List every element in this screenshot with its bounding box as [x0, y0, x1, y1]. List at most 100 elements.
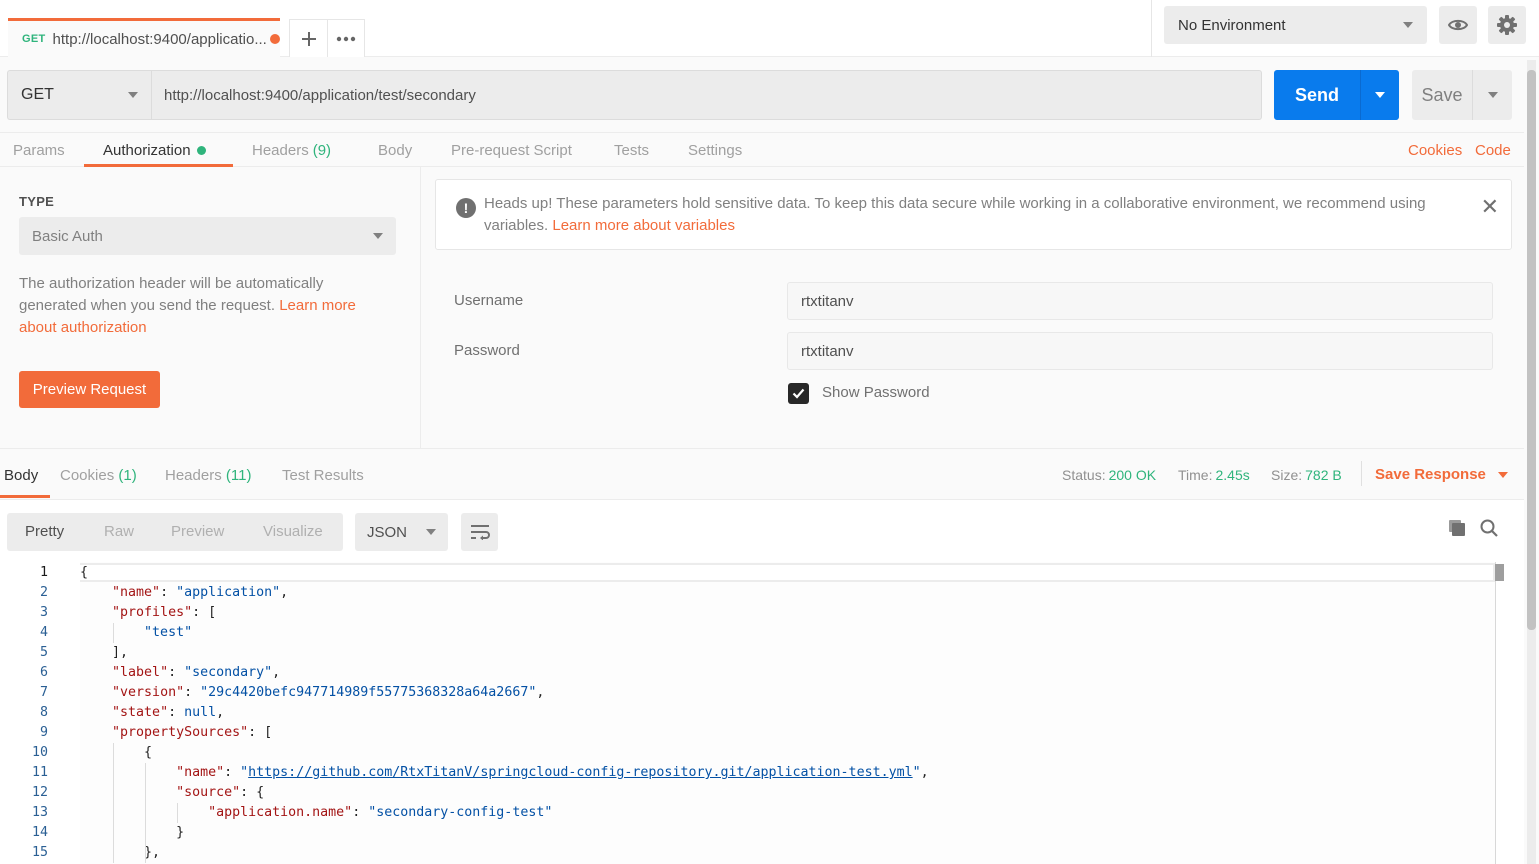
send-options-button[interactable]: [1361, 70, 1399, 120]
request-tab-title: http://localhost:9400/applicatio...: [52, 30, 267, 48]
save-button-label[interactable]: Save: [1412, 70, 1473, 120]
current-line-highlight: [80, 563, 1495, 582]
json-punctuation: [80, 765, 176, 780]
wrap-lines-button[interactable]: [461, 513, 498, 551]
learn-more-variables-link[interactable]: Learn more about variables: [552, 217, 735, 234]
url-input[interactable]: http://localhost:9400/application/test/s…: [151, 70, 1262, 120]
method-select[interactable]: GET: [7, 70, 151, 120]
view-mode-visualize[interactable]: Visualize: [263, 523, 323, 540]
request-tab[interactable]: GET http://localhost:9400/applicatio...: [8, 18, 280, 57]
response-tab-test-results[interactable]: Test Results: [282, 467, 364, 484]
tab-bar: GET http://localhost:9400/applicatio... …: [0, 0, 1539, 57]
chevron-down-icon: [1497, 471, 1508, 478]
line-number: 12: [31, 785, 48, 800]
settings-button[interactable]: [1488, 6, 1526, 44]
save-response-button[interactable]: Save Response: [1375, 466, 1508, 483]
size-label: Size:: [1271, 467, 1303, 483]
environment-select[interactable]: No Environment: [1164, 6, 1427, 44]
tab-params[interactable]: Params: [13, 133, 65, 167]
code-line: "test": [80, 623, 192, 643]
send-button-label[interactable]: Send: [1274, 70, 1361, 120]
json-url-link[interactable]: https://github.com/RtxTitanV/springcloud…: [248, 765, 912, 780]
line-number: 13: [31, 805, 48, 820]
page-scrollbar-thumb[interactable]: [1527, 70, 1536, 630]
json-punctuation: {: [80, 745, 153, 760]
response-tab-body[interactable]: Body: [4, 467, 38, 484]
show-password-checkbox[interactable]: [788, 383, 809, 404]
auth-description: The authorization header will be automat…: [19, 273, 389, 339]
response-tab-headers[interactable]: Headers (11): [165, 467, 251, 484]
active-tab-underline: [0, 495, 50, 498]
json-string: "application": [176, 585, 281, 600]
tab-body[interactable]: Body: [378, 133, 412, 167]
tab-tests[interactable]: Tests: [614, 133, 649, 167]
request-tab-method: GET: [22, 33, 46, 45]
line-number: 1: [39, 565, 48, 580]
view-mode-preview[interactable]: Preview: [171, 523, 224, 540]
json-key: "name": [176, 765, 225, 780]
format-select[interactable]: JSON: [355, 513, 448, 551]
code-link[interactable]: Code: [1475, 133, 1511, 167]
json-punctuation: [80, 625, 144, 640]
json-string: "secondary-config-test": [368, 805, 553, 820]
json-key: "source": [176, 785, 241, 800]
save-button[interactable]: Save: [1412, 70, 1512, 120]
response-body-viewer[interactable]: 1 2 3 4 5 6 7 8 9 10 11 12 13 14 15 { "name": "applica…: [0, 562, 1524, 864]
json-punctuation: : {: [240, 785, 265, 800]
code-line: }: [80, 823, 184, 843]
tab-actions: [289, 19, 365, 57]
auth-type-panel: TYPE Basic Auth The authorization header…: [0, 167, 421, 448]
tab-label: Headers: [252, 141, 309, 159]
auth-credentials-panel: ! Heads up! These parameters hold sensit…: [422, 167, 1524, 448]
auth-type-value: Basic Auth: [32, 227, 103, 245]
code-line: ],: [80, 643, 128, 663]
copy-button[interactable]: [1448, 519, 1466, 541]
indent-guide: [177, 803, 179, 823]
wrap-lines-icon: [470, 525, 490, 540]
tab-pre-request-script[interactable]: Pre-request Script: [451, 133, 572, 167]
json-punctuation: }: [80, 825, 185, 840]
cookies-link[interactable]: Cookies: [1408, 133, 1462, 167]
view-mode-pretty[interactable]: Pretty: [25, 523, 64, 540]
code-line: "profiles": [: [80, 603, 216, 623]
line-number: 10: [31, 745, 48, 760]
tab-label: Body: [4, 467, 39, 484]
preview-request-button[interactable]: Preview Request: [19, 371, 160, 408]
tab-authorization[interactable]: Authorization: [103, 133, 206, 167]
close-icon[interactable]: ✕: [1481, 196, 1499, 218]
tab-headers[interactable]: Headers (9): [252, 133, 331, 167]
format-select-value: JSON: [367, 523, 408, 541]
auth-type-select[interactable]: Basic Auth: [19, 217, 396, 255]
json-punctuation: :: [352, 805, 369, 820]
page-scrollbar[interactable]: [1527, 60, 1536, 864]
tab-label: Pre-request Script: [451, 141, 572, 159]
password-input[interactable]: rtxtitanv: [787, 332, 1493, 370]
code-line: "name": "https://github.com/RtxTitanV/sp…: [80, 763, 929, 783]
chevron-down-icon: [1487, 92, 1498, 98]
new-tab-button[interactable]: [290, 20, 327, 57]
username-input[interactable]: rtxtitanv: [787, 282, 1493, 320]
tab-label: Authorization: [103, 141, 191, 159]
tab-count: (1): [118, 467, 137, 484]
checkmark-icon: [792, 388, 805, 399]
code-scrollbar-thumb[interactable]: [1495, 564, 1504, 581]
response-tab-cookies[interactable]: Cookies (1): [60, 467, 137, 484]
code-line: },: [80, 843, 160, 863]
json-punctuation: ],: [80, 645, 129, 660]
search-button[interactable]: [1480, 519, 1498, 541]
line-number: 11: [31, 765, 48, 780]
json-punctuation: : [: [248, 725, 273, 740]
show-password-label[interactable]: Show Password: [822, 384, 930, 401]
code-line: "source": {: [80, 783, 264, 803]
environment-quick-look-button[interactable]: [1439, 6, 1477, 44]
more-tabs-button[interactable]: [327, 20, 364, 57]
view-mode-raw[interactable]: Raw: [104, 523, 134, 540]
save-options-button[interactable]: [1473, 70, 1512, 120]
tab-count: (11): [225, 467, 252, 484]
json-punctuation: ,: [216, 705, 225, 720]
code-line: "state": null,: [80, 703, 224, 723]
warning-text: Heads up! These parameters hold sensitiv…: [484, 193, 1444, 237]
tab-settings[interactable]: Settings: [688, 133, 742, 167]
active-indicator-dot-icon: [196, 145, 206, 155]
send-button[interactable]: Send: [1274, 70, 1399, 120]
